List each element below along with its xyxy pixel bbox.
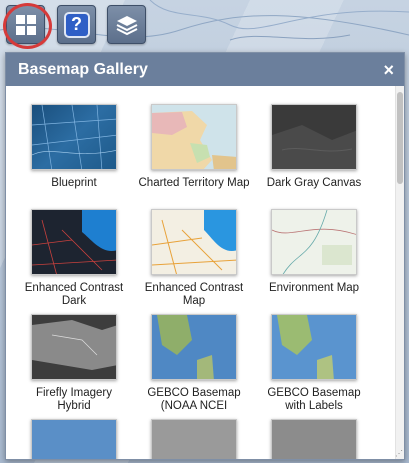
basemap-thumbnail xyxy=(31,419,117,459)
basemap-tile-row4-3[interactable] xyxy=(258,419,370,459)
panel-title: Basemap Gallery xyxy=(18,60,148,78)
basemap-thumbnail xyxy=(151,209,237,275)
basemap-thumbnail xyxy=(271,104,357,170)
basemap-tile-label: Blueprint xyxy=(51,177,97,189)
basemap-tile-label: GEBCO Basemap with Labels xyxy=(267,387,361,412)
basemap-tile-label: Charted Territory Map xyxy=(138,177,250,189)
basemap-tile-label: Enhanced Contrast Map xyxy=(144,282,244,307)
basemap-tile-firefly-imagery[interactable]: Firefly Imagery Hybrid xyxy=(18,314,130,413)
basemap-thumbnail xyxy=(271,314,357,380)
basemap-tile-label: Firefly Imagery Hybrid xyxy=(35,387,113,412)
panel-header: Basemap Gallery × xyxy=(6,53,404,86)
grid-icon xyxy=(15,14,36,35)
basemap-tile-row4-1[interactable] xyxy=(18,419,130,459)
basemap-tile-gebco[interactable]: GEBCO Basemap (NOAA NCEI xyxy=(138,314,250,413)
basemap-tile-label: Dark Gray Canvas xyxy=(266,177,362,189)
basemap-tile-label: GEBCO Basemap (NOAA NCEI xyxy=(147,387,241,412)
layers-icon xyxy=(116,15,137,35)
basemap-tile-gebco-labels[interactable]: GEBCO Basemap with Labels xyxy=(258,314,370,413)
basemap-tile-enhanced-contrast-map[interactable]: Enhanced Contrast Map xyxy=(138,209,250,308)
basemap-thumbnail xyxy=(31,209,117,275)
basemap-thumbnail xyxy=(271,209,357,275)
basemap-tile-label: Environment Map xyxy=(268,282,360,294)
help-button[interactable]: ? xyxy=(57,5,96,44)
close-button[interactable]: × xyxy=(383,61,394,79)
layer-list-button[interactable] xyxy=(107,5,146,44)
basemap-thumbnail xyxy=(271,419,357,459)
basemap-thumbnail xyxy=(31,104,117,170)
basemap-thumbnail xyxy=(31,314,117,380)
basemap-tile-enhanced-contrast-dark[interactable]: Enhanced Contrast Dark xyxy=(18,209,130,308)
basemap-tile-charted-territory[interactable]: Charted Territory Map xyxy=(138,104,250,190)
scroll-thumb[interactable] xyxy=(397,92,403,184)
scrollbar[interactable] xyxy=(395,86,404,459)
basemap-tile-environment[interactable]: Environment Map xyxy=(258,209,370,295)
basemap-thumbnail xyxy=(151,419,237,459)
basemap-gallery-button[interactable] xyxy=(6,5,45,44)
basemap-thumbnail xyxy=(151,104,237,170)
resize-grip-icon[interactable]: ⋰ xyxy=(395,450,403,458)
basemap-tile-blueprint[interactable]: Blueprint xyxy=(18,104,130,190)
basemap-gallery-panel: Basemap Gallery × Blueprint Charted Terr… xyxy=(5,52,405,460)
basemap-grid: Blueprint Charted Territory Map Dark Gra… xyxy=(6,86,395,459)
question-icon: ? xyxy=(63,11,90,38)
basemap-tile-dark-gray[interactable]: Dark Gray Canvas xyxy=(258,104,370,190)
basemap-tile-row4-2[interactable] xyxy=(138,419,250,459)
basemap-thumbnail xyxy=(151,314,237,380)
basemap-tile-label: Enhanced Contrast Dark xyxy=(24,282,124,307)
